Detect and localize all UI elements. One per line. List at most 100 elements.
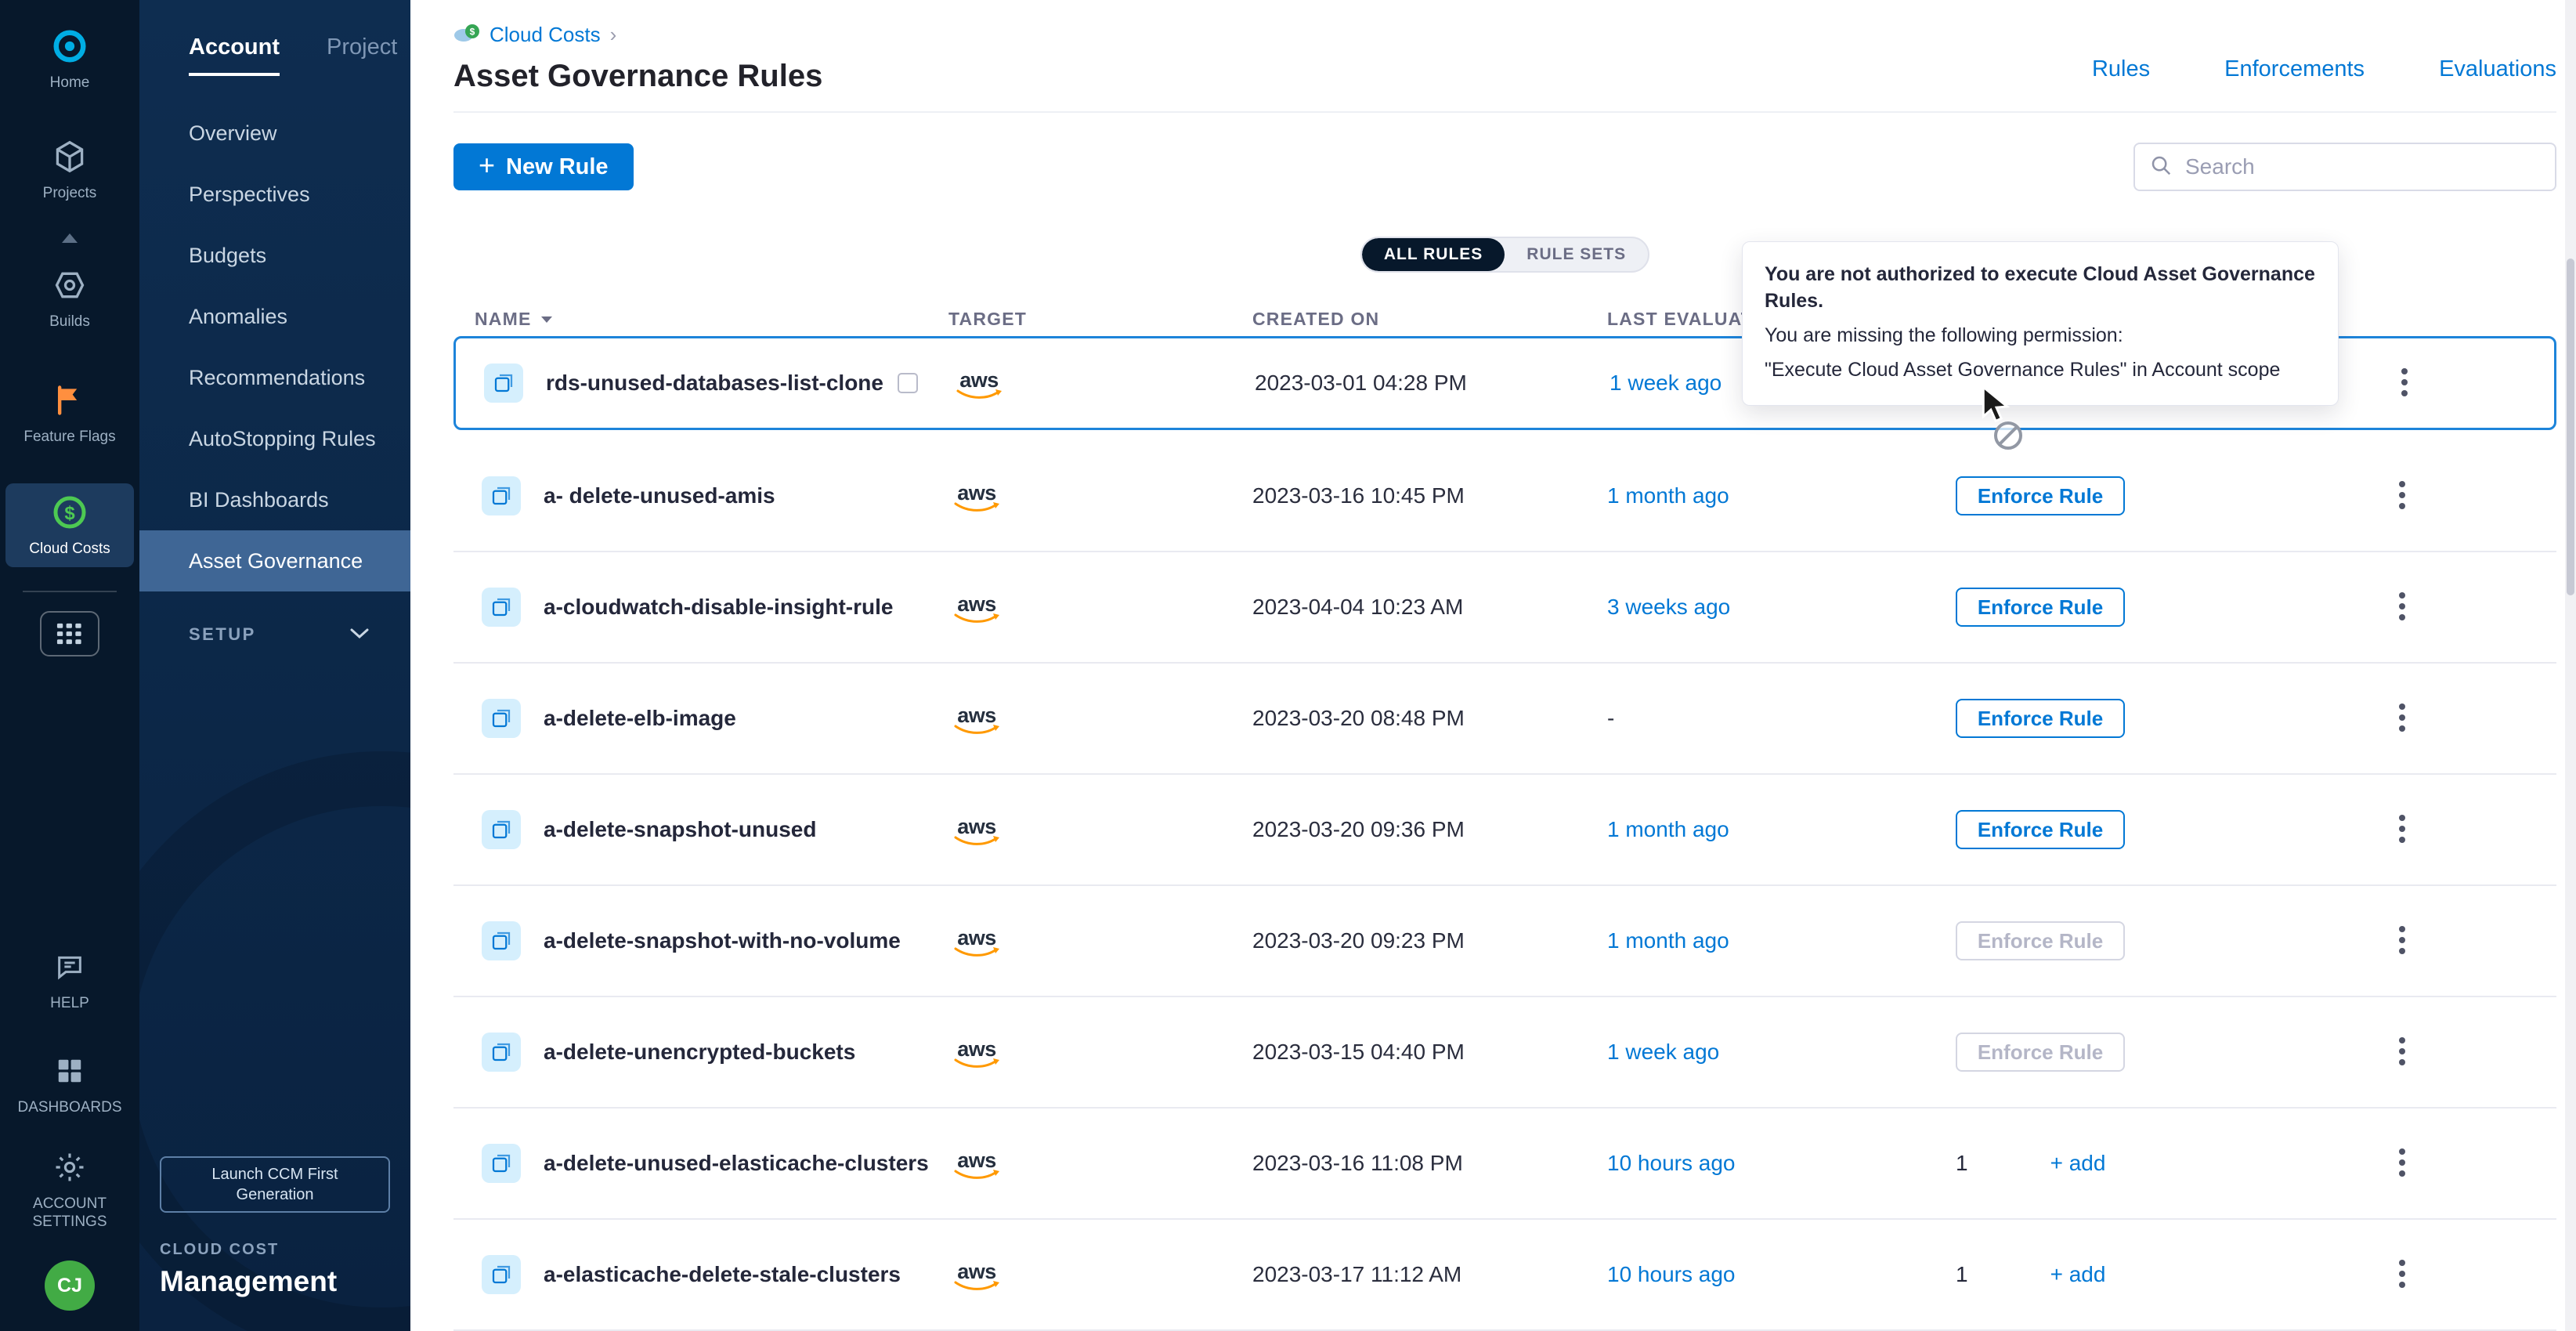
rule-name[interactable]: a-delete-elb-image: [544, 706, 736, 731]
column-header-target[interactable]: TARGET: [948, 309, 1252, 330]
toggle-all-rules[interactable]: ALL RULES: [1362, 238, 1505, 271]
rail-item-projects[interactable]: Projects: [5, 128, 134, 212]
tab-project[interactable]: Project: [327, 34, 397, 76]
last-evaluation: 3 weeks ago: [1607, 595, 1956, 620]
sidebar-item-anomalies[interactable]: Anomalies: [139, 286, 410, 347]
rule-name[interactable]: a-delete-unencrypted-buckets: [544, 1040, 855, 1065]
enforce-rule-button[interactable]: Enforce Rule: [1956, 1033, 2125, 1072]
scrollbar-thumb[interactable]: [2567, 259, 2574, 595]
enforce-rule-button[interactable]: Enforce Rule: [1956, 699, 2125, 738]
tab-account[interactable]: Account: [189, 34, 280, 76]
toolbar: + New Rule: [453, 143, 2556, 191]
toggle-rule-sets[interactable]: RULE SETS: [1505, 238, 1648, 271]
rule-name[interactable]: rds-unused-databases-list-clone: [546, 371, 883, 396]
rules-toggle: ALL RULES RULE SETS: [1360, 237, 1649, 273]
main-content: $ Cloud Costs › Asset Governance Rules R…: [410, 0, 2576, 1331]
sidebar-item-budgets[interactable]: Budgets: [139, 225, 410, 286]
created-on: 2023-03-20 09:36 PM: [1252, 817, 1607, 842]
rule-icon: [482, 1033, 521, 1072]
copy-icon[interactable]: [898, 373, 918, 393]
kebab-menu[interactable]: [2399, 926, 2556, 956]
rule-icon: [482, 1255, 521, 1294]
scope-tabs: Account Project: [139, 0, 410, 76]
enforce-rule-button[interactable]: Enforce Rule: [1956, 921, 2125, 960]
table-row[interactable]: a-cloudwatch-disable-insight-rule aws 20…: [453, 552, 2556, 664]
sidebar-item-asset-governance[interactable]: Asset Governance: [139, 530, 410, 591]
nav-link-evaluations[interactable]: Evaluations: [2439, 56, 2556, 82]
kebab-menu[interactable]: [2399, 1260, 2556, 1289]
rail-item-label: Cloud Costs: [29, 540, 110, 558]
sidebar-item-recommendations[interactable]: Recommendations: [139, 347, 410, 408]
kebab-menu[interactable]: [2399, 1148, 2556, 1178]
table-row[interactable]: a-delete-unencrypted-buckets aws 2023-03…: [453, 997, 2556, 1109]
breadcrumb-chevron-icon: ›: [610, 23, 617, 47]
table-row[interactable]: a-delete-snapshot-unused aws 2023-03-20 …: [453, 775, 2556, 886]
tooltip-line: You are missing the following permission…: [1765, 322, 2316, 349]
user-avatar[interactable]: CJ: [45, 1260, 95, 1311]
rule-icon: [484, 363, 523, 403]
breadcrumb-link[interactable]: Cloud Costs: [490, 23, 601, 47]
breadcrumb: $ Cloud Costs ›: [453, 22, 822, 48]
add-enforcement-link[interactable]: + add: [2050, 1151, 2106, 1176]
sidebar-item-bi-dashboards[interactable]: BI Dashboards: [139, 469, 410, 530]
page-header: $ Cloud Costs › Asset Governance Rules R…: [453, 0, 2556, 113]
aws-logo: aws: [948, 928, 1005, 957]
kebab-menu[interactable]: [2399, 815, 2556, 845]
search-input[interactable]: [2184, 154, 2541, 180]
setup-section[interactable]: SETUP: [139, 624, 410, 645]
setup-label: SETUP: [189, 624, 256, 645]
rule-name[interactable]: a-elasticache-delete-stale-clusters: [544, 1262, 901, 1287]
new-rule-button[interactable]: + New Rule: [453, 143, 634, 190]
nav-link-enforcements[interactable]: Enforcements: [2224, 56, 2365, 82]
column-header-created-on[interactable]: CREATED ON: [1252, 309, 1607, 330]
kebab-menu[interactable]: [2399, 592, 2556, 622]
enforce-rule-button[interactable]: Enforce Rule: [1956, 476, 2125, 515]
rail-item-dashboards[interactable]: DASHBOARDS: [5, 1042, 134, 1126]
module-grid-button[interactable]: [40, 611, 99, 656]
aws-logo: aws: [948, 817, 1005, 845]
rail-item-account-settings[interactable]: ACCOUNT SETTINGS: [5, 1138, 134, 1240]
rule-name[interactable]: a- delete-unused-amis: [544, 483, 775, 508]
table-row[interactable]: a-elasticache-delete-stale-clusters aws …: [453, 1220, 2556, 1331]
nav-link-rules[interactable]: Rules: [2092, 56, 2150, 82]
rail-item-builds[interactable]: Builds: [5, 256, 134, 340]
launch-ccm-first-gen-button[interactable]: Launch CCM First Generation: [160, 1156, 390, 1213]
rule-name[interactable]: a-delete-snapshot-with-no-volume: [544, 928, 901, 953]
enforce-rule-button[interactable]: Enforce Rule: [1956, 810, 2125, 849]
rail-item-label: DASHBOARDS: [17, 1098, 121, 1116]
kebab-menu[interactable]: [2399, 1037, 2556, 1067]
rail-item-feature-flags[interactable]: Feature Flags: [5, 371, 134, 455]
cube-icon: [50, 137, 89, 176]
rule-icon: [482, 810, 521, 849]
sidebar-item-overview[interactable]: Overview: [139, 103, 410, 164]
add-enforcement-link[interactable]: + add: [2050, 1262, 2106, 1287]
sidebar-item-autostopping-rules[interactable]: AutoStopping Rules: [139, 408, 410, 469]
created-on: 2023-03-20 09:23 PM: [1252, 928, 1607, 953]
sidebar-item-perspectives[interactable]: Perspectives: [139, 164, 410, 225]
table-row[interactable]: a- delete-unused-amis aws 2023-03-16 10:…: [453, 441, 2556, 552]
rail-item-home[interactable]: Home: [5, 17, 134, 101]
rail-item-help[interactable]: HELP: [5, 938, 134, 1022]
column-header-name[interactable]: NAME: [475, 309, 948, 330]
enforce-rule-button[interactable]: Enforce Rule: [1956, 588, 2125, 627]
aws-logo: aws: [948, 1151, 1005, 1179]
kebab-menu[interactable]: [2399, 703, 2556, 733]
chevron-down-icon: [349, 624, 370, 645]
rail-item-label: HELP: [50, 994, 89, 1012]
rule-icon: [482, 588, 521, 627]
rule-name[interactable]: a-delete-snapshot-unused: [544, 817, 816, 842]
rule-name[interactable]: a-delete-unused-elasticache-clusters: [544, 1151, 929, 1176]
rail-item-cloud-costs[interactable]: $ Cloud Costs: [5, 483, 134, 567]
kebab-menu[interactable]: [2399, 481, 2556, 511]
kebab-menu[interactable]: [2401, 368, 2554, 398]
search-box[interactable]: [2133, 143, 2556, 191]
table-row[interactable]: a-delete-snapshot-with-no-volume aws 202…: [453, 886, 2556, 997]
aws-logo: aws: [948, 1262, 1005, 1290]
rule-name[interactable]: a-cloudwatch-disable-insight-rule: [544, 595, 893, 620]
collapse-caret-icon[interactable]: [58, 232, 81, 248]
table-row[interactable]: a-delete-unused-elasticache-clusters aws…: [453, 1109, 2556, 1220]
enforcement-count: 1: [1956, 1262, 1968, 1287]
dollar-coin-icon: $: [50, 493, 89, 532]
table-row[interactable]: a-delete-elb-image aws 2023-03-20 08:48 …: [453, 664, 2556, 775]
rail-item-label: Builds: [49, 313, 90, 331]
